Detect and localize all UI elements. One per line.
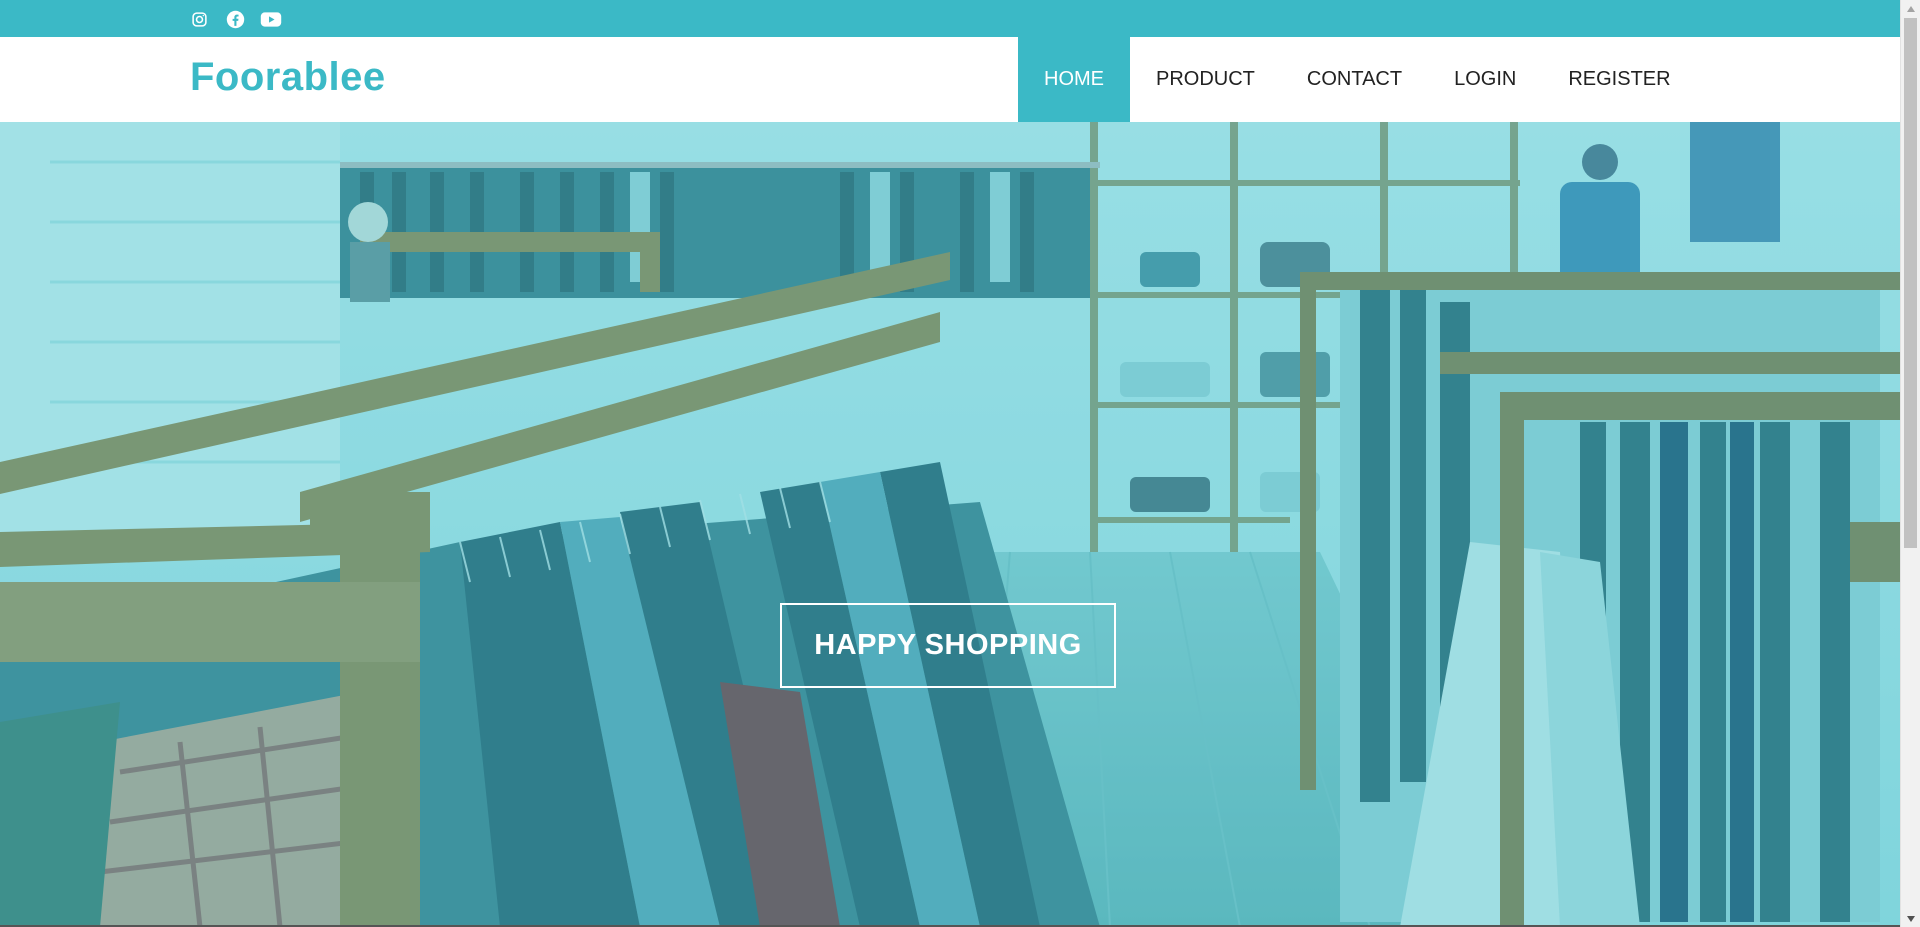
nav-contact[interactable]: CONTACT	[1281, 37, 1428, 122]
browser-viewport: Foorablee HOME PRODUCT CONTACT LOGIN REG…	[0, 0, 1920, 927]
brand-logo[interactable]: Foorablee	[190, 55, 386, 100]
hero-tint-overlay	[0, 122, 1900, 927]
facebook-icon[interactable]	[224, 8, 246, 30]
hero-banner: HAPPY SHOPPING	[0, 122, 1900, 927]
main-nav: HOME PRODUCT CONTACT LOGIN REGISTER	[1018, 37, 1697, 122]
site-header: Foorablee HOME PRODUCT CONTACT LOGIN REG…	[0, 37, 1900, 122]
scrollbar-thumb[interactable]	[1904, 18, 1917, 548]
social-links	[188, 8, 282, 30]
page: Foorablee HOME PRODUCT CONTACT LOGIN REG…	[0, 0, 1900, 927]
social-topbar	[0, 0, 1900, 37]
instagram-icon[interactable]	[188, 8, 210, 30]
happy-shopping-button[interactable]: HAPPY SHOPPING	[780, 603, 1116, 688]
scroll-down-icon[interactable]	[1901, 910, 1920, 927]
nav-home[interactable]: HOME	[1018, 37, 1130, 122]
vertical-scrollbar[interactable]	[1900, 0, 1920, 927]
nav-login[interactable]: LOGIN	[1428, 37, 1542, 122]
nav-product[interactable]: PRODUCT	[1130, 37, 1281, 122]
scroll-up-icon[interactable]	[1901, 0, 1920, 17]
youtube-icon[interactable]	[260, 8, 282, 30]
nav-register[interactable]: REGISTER	[1542, 37, 1696, 122]
